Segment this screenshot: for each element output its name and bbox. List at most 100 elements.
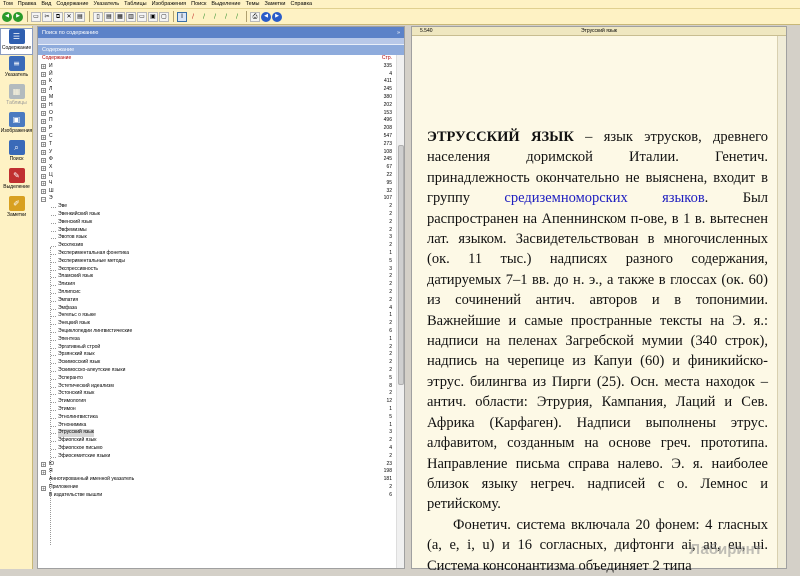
tree-item[interactable]: Эве 2 — [40, 203, 396, 211]
expand-icon[interactable]: + — [41, 87, 46, 93]
tree-item[interactable]: + Приложение 2 — [40, 484, 396, 492]
sidebar-item-5[interactable]: ✎ Выделение — [0, 168, 33, 195]
page-view-3-icon[interactable]: ▦ — [115, 11, 125, 22]
expand-icon[interactable]: + — [41, 469, 46, 475]
tree-item[interactable]: + Й 4 — [40, 71, 396, 79]
delete-icon[interactable]: ✕ — [64, 11, 74, 22]
tree-item[interactable]: Эсперанто 5 — [40, 375, 396, 383]
tree-item[interactable]: Экспериментальные методы 5 — [40, 258, 396, 266]
collapse-icon[interactable]: − — [41, 196, 46, 202]
tree-item[interactable]: Эмпатия 2 — [40, 297, 396, 305]
expand-icon[interactable]: + — [41, 462, 46, 468]
marker-red-icon[interactable]: / — [188, 12, 198, 22]
page-view-6-icon[interactable]: ▣ — [148, 11, 158, 22]
tree-item[interactable]: Энциклопедии лингвистические 6 — [40, 328, 396, 336]
tree-item[interactable]: Эфиосемитские языки 2 — [40, 453, 396, 461]
expand-icon[interactable]: + — [41, 118, 46, 124]
paste-icon[interactable]: ▤ — [75, 11, 85, 22]
tree-item[interactable]: Аннотированный именной указатель 181 — [40, 476, 396, 484]
tree-item[interactable]: + Ю 23 — [40, 461, 396, 469]
expand-icon[interactable]: + — [41, 134, 46, 140]
tree-item[interactable]: + К 411 — [40, 78, 396, 86]
tree-item[interactable]: + П 496 — [40, 117, 396, 125]
tree-item[interactable]: Эвенкийский язык 2 — [40, 211, 396, 219]
tree-item[interactable]: Этнолингвистика 5 — [40, 414, 396, 422]
marker-green-3-icon[interactable]: / — [221, 12, 231, 22]
expand-icon[interactable]: + — [41, 189, 46, 195]
article-scrollbar[interactable] — [777, 36, 786, 568]
expand-icon[interactable]: + — [41, 72, 46, 78]
expand-icon[interactable]: + — [41, 95, 46, 101]
collapse-icon[interactable]: » — [397, 30, 400, 36]
text-cursor-icon[interactable]: I — [177, 11, 187, 22]
tree-item[interactable]: + Н 202 — [40, 102, 396, 110]
tree-item[interactable]: + С 547 — [40, 133, 396, 141]
expand-icon[interactable]: + — [41, 79, 46, 85]
sidebar-item-2[interactable]: ▦ Таблицы — [0, 84, 33, 111]
tree-item[interactable]: + М 380 — [40, 94, 396, 102]
tree-item[interactable]: + Т 273 — [40, 141, 396, 149]
menu-item-2[interactable]: Вид — [41, 1, 51, 7]
tree-item[interactable]: В издательстве вышли 6 — [40, 492, 396, 500]
expand-icon[interactable]: + — [41, 181, 46, 187]
copy-icon[interactable]: ⧉ — [53, 11, 63, 22]
menu-item-8[interactable]: Выделение — [211, 1, 240, 7]
article-text[interactable]: ЭТРУССКИЙ ЯЗЫК – язык этрусков, древнего… — [427, 127, 768, 576]
expand-icon[interactable]: + — [41, 165, 46, 171]
page-view-4-icon[interactable]: ▥ — [126, 11, 136, 22]
marker-green-icon[interactable]: / — [199, 12, 209, 22]
tree-item[interactable]: Эфиопский язык 2 — [40, 437, 396, 445]
tree-item[interactable]: Эвфемизмы 2 — [40, 227, 396, 235]
expand-icon[interactable]: + — [41, 142, 46, 148]
menu-item-1[interactable]: Правка — [18, 1, 37, 7]
contents-tab-header[interactable]: Содержание — [38, 44, 404, 55]
nav-back-icon[interactable]: ◀ — [261, 11, 271, 22]
expand-icon[interactable]: + — [41, 111, 46, 117]
menu-item-11[interactable]: Справка — [290, 1, 312, 7]
tree-item[interactable]: Эллипсис 2 — [40, 289, 396, 297]
tree-item[interactable]: Эвотов язык 3 — [40, 234, 396, 242]
menu-item-6[interactable]: Изображения — [152, 1, 187, 7]
tree-item[interactable]: − Э 107 — [40, 195, 396, 203]
tree-item[interactable]: Эскимосско-алеутские языки 2 — [40, 367, 396, 375]
tree-item[interactable]: Эскимосский язык 2 — [40, 359, 396, 367]
tree-item[interactable]: + У 108 — [40, 149, 396, 157]
tree-item[interactable]: Экспрессивность 3 — [40, 266, 396, 274]
tree-item[interactable]: Элизия 2 — [40, 281, 396, 289]
menu-item-0[interactable]: Том — [3, 1, 13, 7]
tree-item[interactable]: + Ш 32 — [40, 188, 396, 196]
tree-item[interactable]: + И 335 — [40, 63, 396, 71]
tree-item[interactable]: Эстонский язык 2 — [40, 390, 396, 398]
tree-item[interactable]: Энгельс о языке 1 — [40, 312, 396, 320]
tree-item[interactable]: Эмфаза 4 — [40, 305, 396, 313]
article-link[interactable]: средиземноморских языков — [504, 190, 704, 206]
print-icon[interactable]: ⎙ — [250, 11, 260, 22]
menu-item-7[interactable]: Поиск — [191, 1, 206, 7]
tree-item[interactable]: Эпентеза 1 — [40, 336, 396, 344]
menu-item-5[interactable]: Таблицы — [124, 1, 146, 7]
search-contents-header[interactable]: Поиск по содержанию » — [38, 27, 404, 38]
expand-icon[interactable]: + — [41, 173, 46, 179]
sidebar-item-0[interactable]: ☰ Содержание — [0, 28, 33, 55]
tree-item[interactable]: + Ф 245 — [40, 156, 396, 164]
expand-icon[interactable]: + — [41, 157, 46, 163]
page-view-5-icon[interactable]: ▭ — [137, 11, 147, 22]
back-arrow-icon[interactable]: ◀ — [2, 11, 12, 22]
scrollbar-thumb[interactable] — [398, 145, 404, 385]
sidebar-item-6[interactable]: ✐ Заметки — [0, 196, 33, 223]
tree-item[interactable]: Этимология 12 — [40, 398, 396, 406]
cut-icon[interactable]: ✂ — [42, 11, 52, 22]
forward-arrow-icon[interactable]: ▶ — [13, 11, 23, 22]
expand-icon[interactable]: + — [41, 150, 46, 156]
tree-item[interactable]: + Р 208 — [40, 125, 396, 133]
tree-item[interactable]: Эфиопское письмо 4 — [40, 445, 396, 453]
marker-green-4-icon[interactable]: / — [232, 12, 242, 22]
tree-item[interactable]: + Ч 95 — [40, 180, 396, 188]
tree-item[interactable]: Этимон 1 — [40, 406, 396, 414]
nav-forward-icon[interactable]: ▶ — [272, 11, 282, 22]
tree-item[interactable]: Экспериментальная фонетика 1 — [40, 250, 396, 258]
page-view-2-icon[interactable]: ▤ — [104, 11, 114, 22]
expand-icon[interactable]: + — [41, 126, 46, 132]
page-view-7-icon[interactable]: ▢ — [159, 11, 169, 22]
menu-item-3[interactable]: Содержание — [56, 1, 88, 7]
